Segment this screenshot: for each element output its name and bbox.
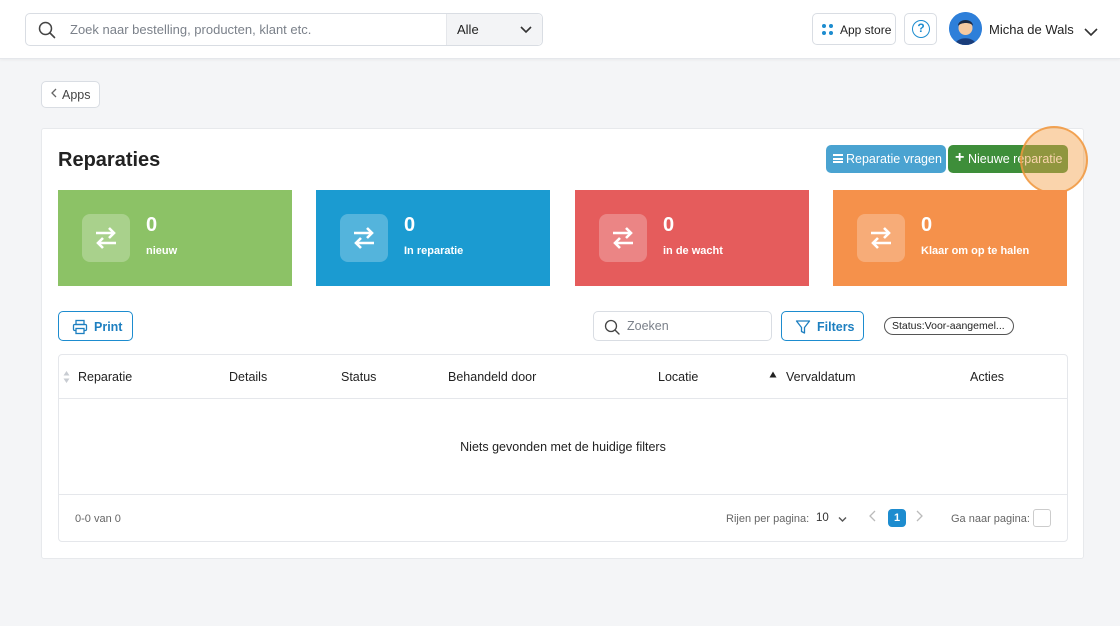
chevron-down-icon[interactable]	[1084, 24, 1098, 42]
column-header-status[interactable]: Status	[341, 370, 376, 384]
filters-button[interactable]: Filters	[781, 311, 864, 341]
top-bar: Alle App store ? Micha de Wals	[0, 0, 1120, 59]
stat-card-ready[interactable]: 0 Klaar om op te halen	[833, 190, 1067, 286]
transfer-icon	[340, 214, 388, 262]
rows-per-page-label: Rijen per pagina:	[726, 513, 810, 525]
search-scope-select[interactable]: Alle	[446, 14, 542, 45]
back-to-apps-button[interactable]: Apps	[41, 81, 100, 108]
search-scope-value: Alle	[457, 22, 479, 37]
transfer-icon	[599, 214, 647, 262]
table-header: Reparatie Details Status Behandeld door …	[59, 355, 1067, 399]
stat-label: nieuw	[146, 245, 178, 257]
chevron-down-icon[interactable]	[838, 514, 847, 526]
column-header-reparatie[interactable]: Reparatie	[78, 370, 132, 384]
chevron-left-icon	[51, 87, 57, 101]
next-page-icon[interactable]	[916, 510, 923, 525]
rows-per-page-select[interactable]: 10	[816, 512, 829, 524]
filters-label: Filters	[817, 320, 855, 334]
column-header-locatie[interactable]: Locatie	[658, 370, 698, 384]
active-filter-chip[interactable]: Status:Voor-aangemel...	[884, 317, 1014, 335]
menu-icon	[833, 154, 843, 163]
printer-icon	[72, 319, 88, 335]
repairs-table: Reparatie Details Status Behandeld door …	[58, 354, 1068, 542]
question-icon: ?	[912, 20, 930, 38]
transfer-icon	[82, 214, 130, 262]
app-store-button[interactable]: App store	[812, 13, 896, 45]
stat-value: 0	[146, 214, 158, 236]
chevron-down-icon	[520, 23, 532, 38]
stat-card-new[interactable]: 0 nieuw	[58, 190, 292, 286]
goto-page-input[interactable]	[1033, 509, 1051, 527]
print-button[interactable]: Print	[58, 311, 133, 341]
ask-repair-label: Reparatie vragen	[846, 152, 942, 166]
plus-icon: +	[955, 149, 965, 166]
empty-message: Niets gevonden met de huidige filters	[460, 440, 666, 454]
repairs-card: Reparaties Reparatie vragen + Nieuwe rep…	[41, 126, 1088, 559]
column-header-acties: Acties	[970, 370, 1005, 384]
app-grid-icon	[822, 24, 834, 36]
stat-label: In reparatie	[404, 245, 464, 257]
column-header-vervaldatum[interactable]: Vervaldatum	[786, 370, 855, 384]
page-title: Reparaties	[58, 149, 161, 171]
back-label: Apps	[62, 88, 91, 102]
sort-icon[interactable]	[63, 370, 70, 384]
table-search	[593, 311, 772, 341]
stat-value: 0	[663, 214, 675, 236]
transfer-icon	[857, 214, 905, 262]
goto-page-label: Ga naar pagina:	[951, 513, 1030, 525]
app-store-label: App store	[840, 23, 892, 37]
global-search: Alle	[25, 13, 543, 46]
column-header-behandeld-door[interactable]: Behandeld door	[448, 370, 536, 384]
search-icon	[38, 21, 56, 44]
ask-repair-button[interactable]: Reparatie vragen	[826, 145, 946, 173]
previous-page-icon[interactable]	[869, 510, 876, 525]
user-name[interactable]: Micha de Wals	[989, 22, 1074, 37]
help-button[interactable]: ?	[904, 13, 937, 45]
avatar[interactable]	[949, 12, 982, 45]
page-button-current[interactable]: 1	[888, 509, 906, 527]
stat-value: 0	[404, 214, 416, 236]
table-footer: 0-0 van 0 Rijen per pagina: 10 1 Ga naar…	[59, 495, 1067, 541]
search-icon	[604, 319, 620, 335]
stat-card-in-repair[interactable]: 0 In reparatie	[316, 190, 550, 286]
column-header-details[interactable]: Details	[229, 370, 267, 384]
table-search-input[interactable]	[627, 312, 767, 340]
click-highlight	[1020, 126, 1088, 194]
sort-ascending-icon[interactable]	[769, 368, 777, 382]
stat-label: Klaar om op te halen	[921, 245, 1030, 257]
row-count: 0-0 van 0	[75, 513, 121, 525]
stat-value: 0	[921, 214, 933, 236]
filter-icon	[795, 320, 811, 334]
stat-label: in de wacht	[663, 245, 723, 257]
active-filter-label: Status:Voor-aangemel...	[892, 320, 1005, 332]
print-label: Print	[94, 320, 123, 334]
global-search-input[interactable]	[70, 14, 460, 45]
empty-state: Niets gevonden met de huidige filters	[59, 399, 1067, 495]
stat-card-on-hold[interactable]: 0 in de wacht	[575, 190, 809, 286]
